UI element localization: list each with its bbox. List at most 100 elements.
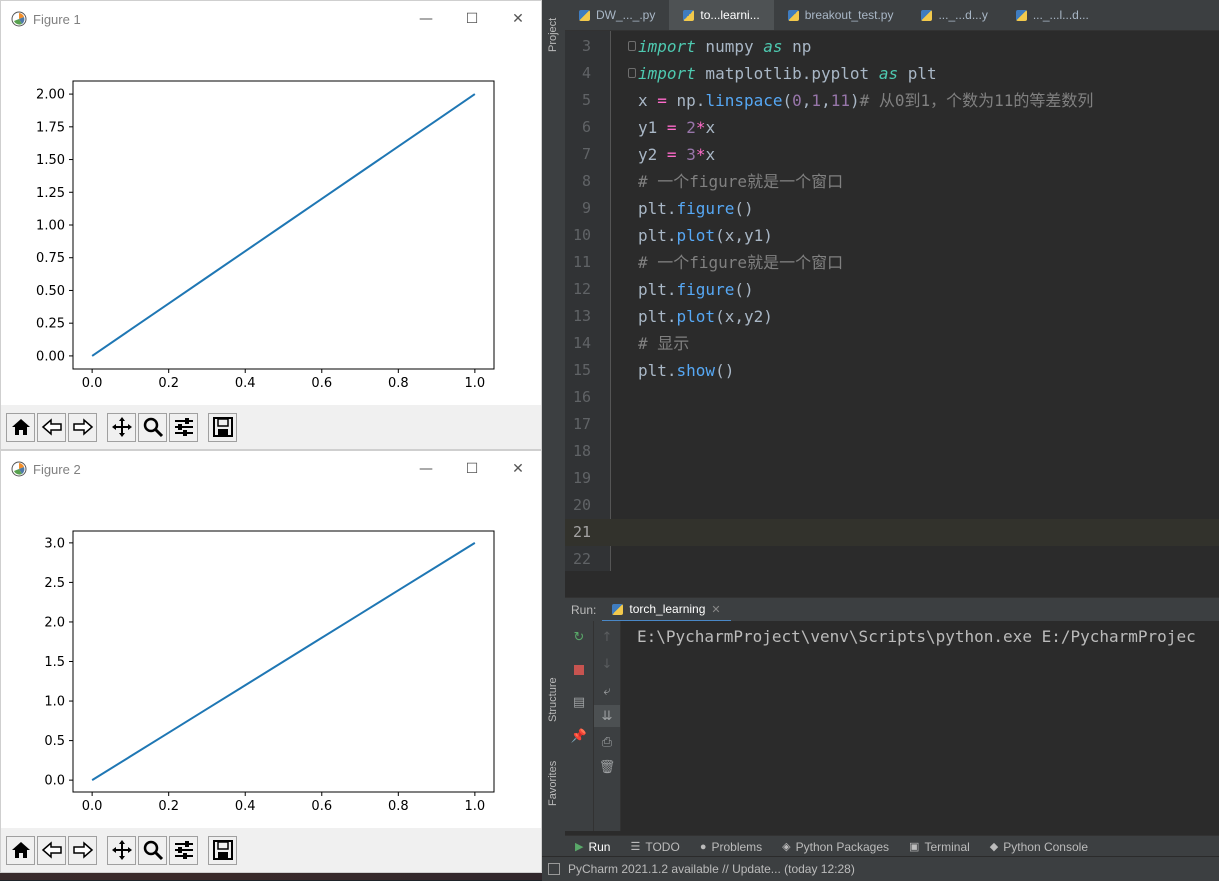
stop-icon[interactable]	[565, 659, 593, 681]
back-icon[interactable]	[37, 835, 66, 865]
console-output[interactable]: E:\PycharmProject\venv\Scripts\python.ex…	[637, 627, 1196, 646]
configure-subplots-icon[interactable]	[169, 835, 198, 865]
close-tab-icon[interactable]: ✕	[711, 603, 720, 616]
y-tick-label: 1.0	[44, 695, 65, 710]
close-button[interactable]: ✕	[495, 451, 541, 487]
y-tick-label: 1.25	[36, 186, 65, 201]
todo-tool-tab[interactable]: ☰ TODO	[620, 840, 689, 854]
y-tick-label: 1.75	[36, 120, 65, 135]
code-line[interactable]: 22	[565, 546, 1219, 571]
code-line[interactable]: 18	[565, 438, 1219, 465]
line-number: 14	[572, 334, 591, 352]
code-line[interactable]: 21	[565, 519, 1219, 546]
code-line[interactable]: 15 plt.show()	[565, 357, 1219, 384]
print-icon[interactable]: ⎙	[594, 731, 620, 753]
configure-subplots-icon[interactable]	[169, 412, 198, 442]
down-arrow-icon[interactable]: ↓	[594, 653, 620, 675]
minimize-button[interactable]: —	[403, 1, 449, 37]
x-tick-label: 0.8	[388, 799, 409, 814]
editor-tab-active[interactable]: to...learni...	[669, 0, 774, 30]
line-number: 20	[572, 496, 591, 514]
rerun-icon[interactable]: ↻	[565, 626, 593, 648]
y-tick-label: 1.00	[36, 219, 65, 234]
minimize-button[interactable]: —	[403, 451, 449, 487]
code-line[interactable]: 13 plt.plot(x,y2)	[565, 303, 1219, 330]
up-arrow-icon[interactable]: ↑	[594, 626, 620, 648]
maximize-button[interactable]: ☐	[449, 1, 495, 37]
problems-tool-tab[interactable]: ● Problems	[690, 840, 772, 854]
python-packages-tool-tab[interactable]: ◈ Python Packages	[772, 840, 899, 854]
figure-1-canvas[interactable]: 0.0 0.2 0.4 0.6 0.8 1.0 0.00 0.25 0.50 0.75 1.00 1.…	[1, 37, 541, 407]
home-icon[interactable]	[6, 835, 35, 865]
fold-marker-icon[interactable]	[628, 68, 636, 78]
line-number: 9	[581, 199, 591, 217]
forward-icon[interactable]	[68, 835, 97, 865]
trash-icon[interactable]: 🗑	[594, 756, 620, 778]
code-line[interactable]: 20	[565, 492, 1219, 519]
x-tick-label: 0.0	[82, 799, 103, 814]
home-icon[interactable]	[6, 412, 35, 442]
code-text: import matplotlib.pyplot as plt	[638, 64, 937, 83]
code-line[interactable]: 16	[565, 384, 1219, 411]
figure-2-titlebar[interactable]: Figure 2 — ☐ ✕	[1, 451, 541, 487]
zoom-icon[interactable]	[138, 835, 167, 865]
run-config-tab[interactable]: torch_learning ✕	[602, 598, 731, 622]
tool-windows-toggle-icon[interactable]	[548, 863, 560, 875]
editor-tab-bar: DW_..._.py to...learni... breakout_test.…	[565, 0, 1219, 31]
line-number: 10	[572, 226, 591, 244]
back-icon[interactable]	[37, 412, 66, 442]
project-tool-tab[interactable]: Project	[542, 18, 565, 112]
y-tick-label: 2.00	[36, 88, 65, 103]
terminal-tool-tab[interactable]: ▣ Terminal	[899, 840, 980, 854]
pan-icon[interactable]	[107, 412, 136, 442]
line-number: 11	[572, 253, 591, 271]
code-line[interactable]: 17	[565, 411, 1219, 438]
python-console-tool-tab[interactable]: ◆ Python Console	[980, 840, 1098, 854]
run-tool-tab[interactable]: ▶ Run	[565, 840, 620, 854]
code-line[interactable]: 9 plt.figure()	[565, 195, 1219, 222]
code-line[interactable]: 7 y2 = 3*x	[565, 141, 1219, 168]
code-line[interactable]: 12 plt.figure()	[565, 276, 1219, 303]
line-number: 21	[572, 523, 591, 541]
figure-2-window[interactable]: Figure 2 — ☐ ✕ 0.0 0.2 0.4 0.6 0.8 1.0 0.0 0.5 1…	[0, 450, 542, 873]
zoom-icon[interactable]	[138, 412, 167, 442]
y-tick-label: 0.25	[36, 317, 65, 332]
y-tick-label: 1.5	[44, 655, 65, 670]
figure-1-window[interactable]: Figure 1 — ☐ ✕ 0.0 0.2 0.4 0.6 0.8 1.0 0.00 0.2…	[0, 0, 542, 450]
editor-tab[interactable]: DW_..._.py	[565, 0, 669, 30]
scroll-to-end-icon[interactable]: ⇊	[594, 705, 620, 727]
x-tick-label: 0.4	[235, 799, 256, 814]
code-line[interactable]: 3 import numpy as np	[565, 33, 1219, 60]
code-line[interactable]: 10 plt.plot(x,y1)	[565, 222, 1219, 249]
figure-1-titlebar[interactable]: Figure 1 — ☐ ✕	[1, 1, 541, 37]
code-editor[interactable]: 3 import numpy as np 4 import matplotlib.py…	[565, 31, 1219, 571]
maximize-button[interactable]: ☐	[449, 451, 495, 487]
code-line[interactable]: 5 x = np.linspace(0,1,11)# 从0到1，个数为11的等差数…	[565, 87, 1219, 114]
save-icon[interactable]	[208, 412, 237, 442]
y-tick-label: 2.0	[44, 615, 65, 630]
fold-marker-icon[interactable]	[628, 41, 636, 51]
code-text: plt.show()	[638, 361, 735, 380]
editor-tab[interactable]: ..._...l...d...	[1002, 0, 1103, 30]
code-line[interactable]: 11 # 一个figure就是一个窗口	[565, 249, 1219, 276]
close-button[interactable]: ✕	[495, 1, 541, 37]
code-line[interactable]: 8 # 一个figure就是一个窗口	[565, 168, 1219, 195]
line-number: 4	[581, 64, 591, 82]
pan-icon[interactable]	[107, 835, 136, 865]
forward-icon[interactable]	[68, 412, 97, 442]
code-line[interactable]: 19	[565, 465, 1219, 492]
run-icon: ▶	[575, 841, 584, 853]
save-icon[interactable]	[208, 835, 237, 865]
figure-2-canvas[interactable]: 0.0 0.2 0.4 0.6 0.8 1.0 0.0 0.5 1.0 1.5 2.0 2.5 3.0	[1, 487, 541, 830]
code-line[interactable]: 14 # 显示	[565, 330, 1219, 357]
pin-icon[interactable]: 📌	[565, 725, 593, 747]
layout-icon[interactable]: ▤	[565, 691, 593, 713]
code-line[interactable]: 6 y1 = 2*x	[565, 114, 1219, 141]
editor-tab[interactable]: ..._...d...y	[907, 0, 1001, 30]
status-message[interactable]: PyCharm 2021.1.2 available // Update... …	[568, 862, 855, 876]
editor-tab[interactable]: breakout_test.py	[774, 0, 908, 30]
soft-wrap-icon[interactable]: ⤶	[594, 680, 620, 702]
line-number: 6	[581, 118, 591, 136]
line-number: 13	[572, 307, 591, 325]
code-line[interactable]: 4 import matplotlib.pyplot as plt	[565, 60, 1219, 87]
